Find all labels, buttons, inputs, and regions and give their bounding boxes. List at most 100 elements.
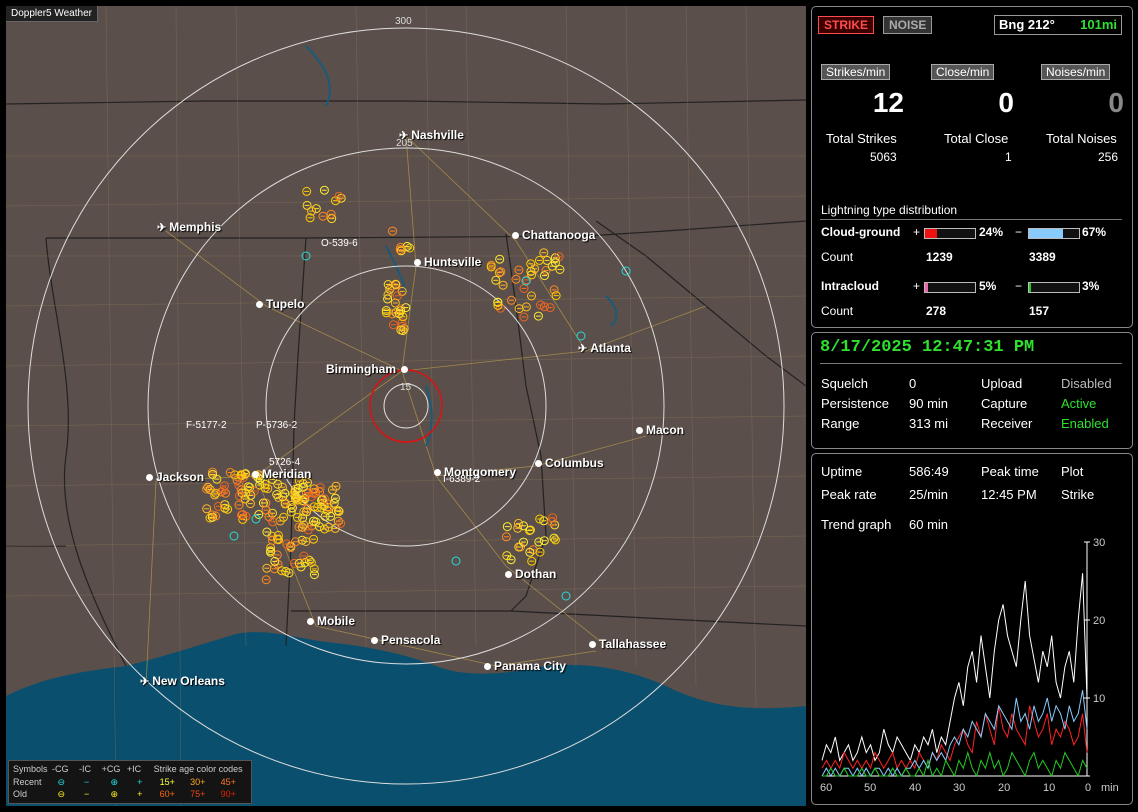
city-huntsville: Huntsville <box>414 255 481 269</box>
city-new-orleans: ✈ New Orleans <box>140 674 225 688</box>
city-mobile: Mobile <box>307 614 355 628</box>
storm-label: F-5177-2 <box>186 420 227 431</box>
city-macon: Macon <box>636 423 684 437</box>
bearing-value: Bng 212° <box>999 17 1055 32</box>
city-columbus: Columbus <box>535 456 604 470</box>
x-tick-20: 20 <box>998 782 1011 794</box>
neg-ic-recent-icon: − <box>84 777 90 787</box>
cg-positive-bar <box>924 228 976 239</box>
noise-button[interactable]: NOISE <box>883 16 933 34</box>
city-dot-icon <box>589 641 596 649</box>
ic-negative-fill <box>1029 283 1031 292</box>
total-close-label: Total Close <box>944 131 1009 146</box>
city-dot-icon <box>505 571 512 579</box>
range-label: Range <box>821 416 860 431</box>
distribution-divider <box>820 219 1122 220</box>
upload-label: Upload <box>981 376 1023 391</box>
pos-cg-recent-icon: ⊕ <box>110 777 119 787</box>
city-dot-icon <box>401 366 409 374</box>
x-tick-50: 50 <box>864 782 877 794</box>
y-tick-10: 10 <box>1093 693 1106 705</box>
bearing-readout: Bng 212° 101mi <box>994 15 1122 35</box>
close-per-min-label: Close/min <box>931 64 995 80</box>
cloud-ground-label: Cloud-ground <box>821 225 901 239</box>
city-dot-icon <box>252 471 259 479</box>
city-memphis: ✈ Memphis <box>157 220 222 234</box>
receiver-value: Enabled <box>1061 416 1109 431</box>
airplane-icon: ✈ <box>578 343 588 355</box>
y-tick-20: 20 <box>1093 615 1106 627</box>
airplane-icon: ✈ <box>140 676 150 688</box>
x-tick-30: 30 <box>953 782 966 794</box>
total-noises-value: 256 <box>1098 150 1119 164</box>
cg-minus-sign: − <box>1015 225 1023 239</box>
city-atlanta: ✈ Atlanta <box>578 341 631 355</box>
total-strikes-label: Total Strikes <box>826 131 897 146</box>
x-tick-0: 0 <box>1085 782 1092 794</box>
x-tick-10: 10 <box>1043 782 1056 794</box>
city-dot-icon <box>484 663 491 671</box>
legend-recent-row: Recent ⊖ − ⊕ + 15+ 30+ 45+ <box>13 777 236 787</box>
airplane-icon: ✈ <box>157 222 167 234</box>
city-dot-icon <box>371 637 378 645</box>
city-dot-icon <box>146 474 153 482</box>
trend-graph <box>821 541 1090 778</box>
intracloud-label: Intracloud <box>821 279 880 293</box>
cg-negative-count: 3389 <box>1029 250 1056 264</box>
city-dothan: Dothan <box>505 567 556 581</box>
cg-positive-pct: 24% <box>979 225 1004 239</box>
cg-negative-bar <box>1028 228 1080 239</box>
strike-button[interactable]: STRIKE <box>818 16 875 34</box>
close-per-min-value: 0 <box>998 87 1014 118</box>
squelch-value: 0 <box>909 376 917 391</box>
trend-panel: Uptime 586:49 Peak time Plot Peak rate 2… <box>811 453 1133 805</box>
y-tick-30: 30 <box>1093 537 1106 549</box>
storm-label: 5726-4 <box>269 457 301 468</box>
capture-value: Active <box>1061 396 1097 411</box>
ic-positive-fill <box>925 283 928 292</box>
x-axis-unit: min <box>1101 782 1119 794</box>
storm-label: O-539-6 <box>321 238 358 249</box>
ic-positive-count: 278 <box>926 304 947 318</box>
ic-positive-pct: 5% <box>979 279 997 293</box>
ic-minus-sign: − <box>1015 279 1023 293</box>
legend-old-row: Old ⊖ − ⊕ + 60+ 75+ 90+ <box>13 789 236 799</box>
x-tick-60: 60 <box>820 782 833 794</box>
ring-label-inner: 15 <box>400 382 412 393</box>
squelch-label: Squelch <box>821 376 868 391</box>
ic-positive-bar <box>924 282 976 293</box>
legend-header-row: Symbols -CG -IC +CG +IC Strike age color… <box>13 764 243 774</box>
pos-ic-recent-icon: + <box>137 777 143 787</box>
cg-positive-count: 1239 <box>926 250 953 264</box>
range-value: 313 mi <box>909 416 949 431</box>
datetime-display: 8/17/2025 12:47:31 PM <box>820 338 1035 357</box>
radar-map[interactable]: Doppler5 Weather 300 205 15 ✈ Nashville ✈… <box>6 6 806 806</box>
pos-ic-old-icon: + <box>137 789 143 799</box>
recent-strike-symbol <box>576 331 586 341</box>
ic-plus-sign: + <box>913 279 921 293</box>
distribution-title: Lightning type distribution <box>821 203 958 217</box>
city-pensacola: Pensacola <box>371 633 440 647</box>
capture-label: Capture <box>981 396 1028 411</box>
city-tallahassee: Tallahassee <box>589 637 666 651</box>
city-dot-icon <box>307 618 314 626</box>
persistence-value: 90 min <box>909 396 949 411</box>
receiver-label: Receiver <box>981 416 1033 431</box>
highways <box>145 135 707 687</box>
neg-cg-old-icon: ⊖ <box>57 789 66 799</box>
distance-value: 101mi <box>1080 17 1117 32</box>
city-dot-icon <box>636 427 643 435</box>
strikes-per-min-value: 12 <box>872 87 904 118</box>
noises-per-min-value: 0 <box>1108 87 1124 118</box>
cg-negative-fill <box>1029 229 1063 238</box>
recent-strike-symbol <box>229 531 239 541</box>
cg-plus-sign: + <box>913 225 921 239</box>
status-divider <box>820 363 1122 364</box>
city-panama-city: Panama City <box>484 659 566 673</box>
ic-negative-count: 157 <box>1029 304 1050 318</box>
app-title: Doppler5 Weather <box>6 6 98 22</box>
map-canvas <box>6 6 806 806</box>
map-legend: Symbols -CG -IC +CG +IC Strike age color… <box>8 760 252 804</box>
ic-negative-pct: 3% <box>1082 279 1100 293</box>
neg-ic-old-icon: − <box>84 789 90 799</box>
